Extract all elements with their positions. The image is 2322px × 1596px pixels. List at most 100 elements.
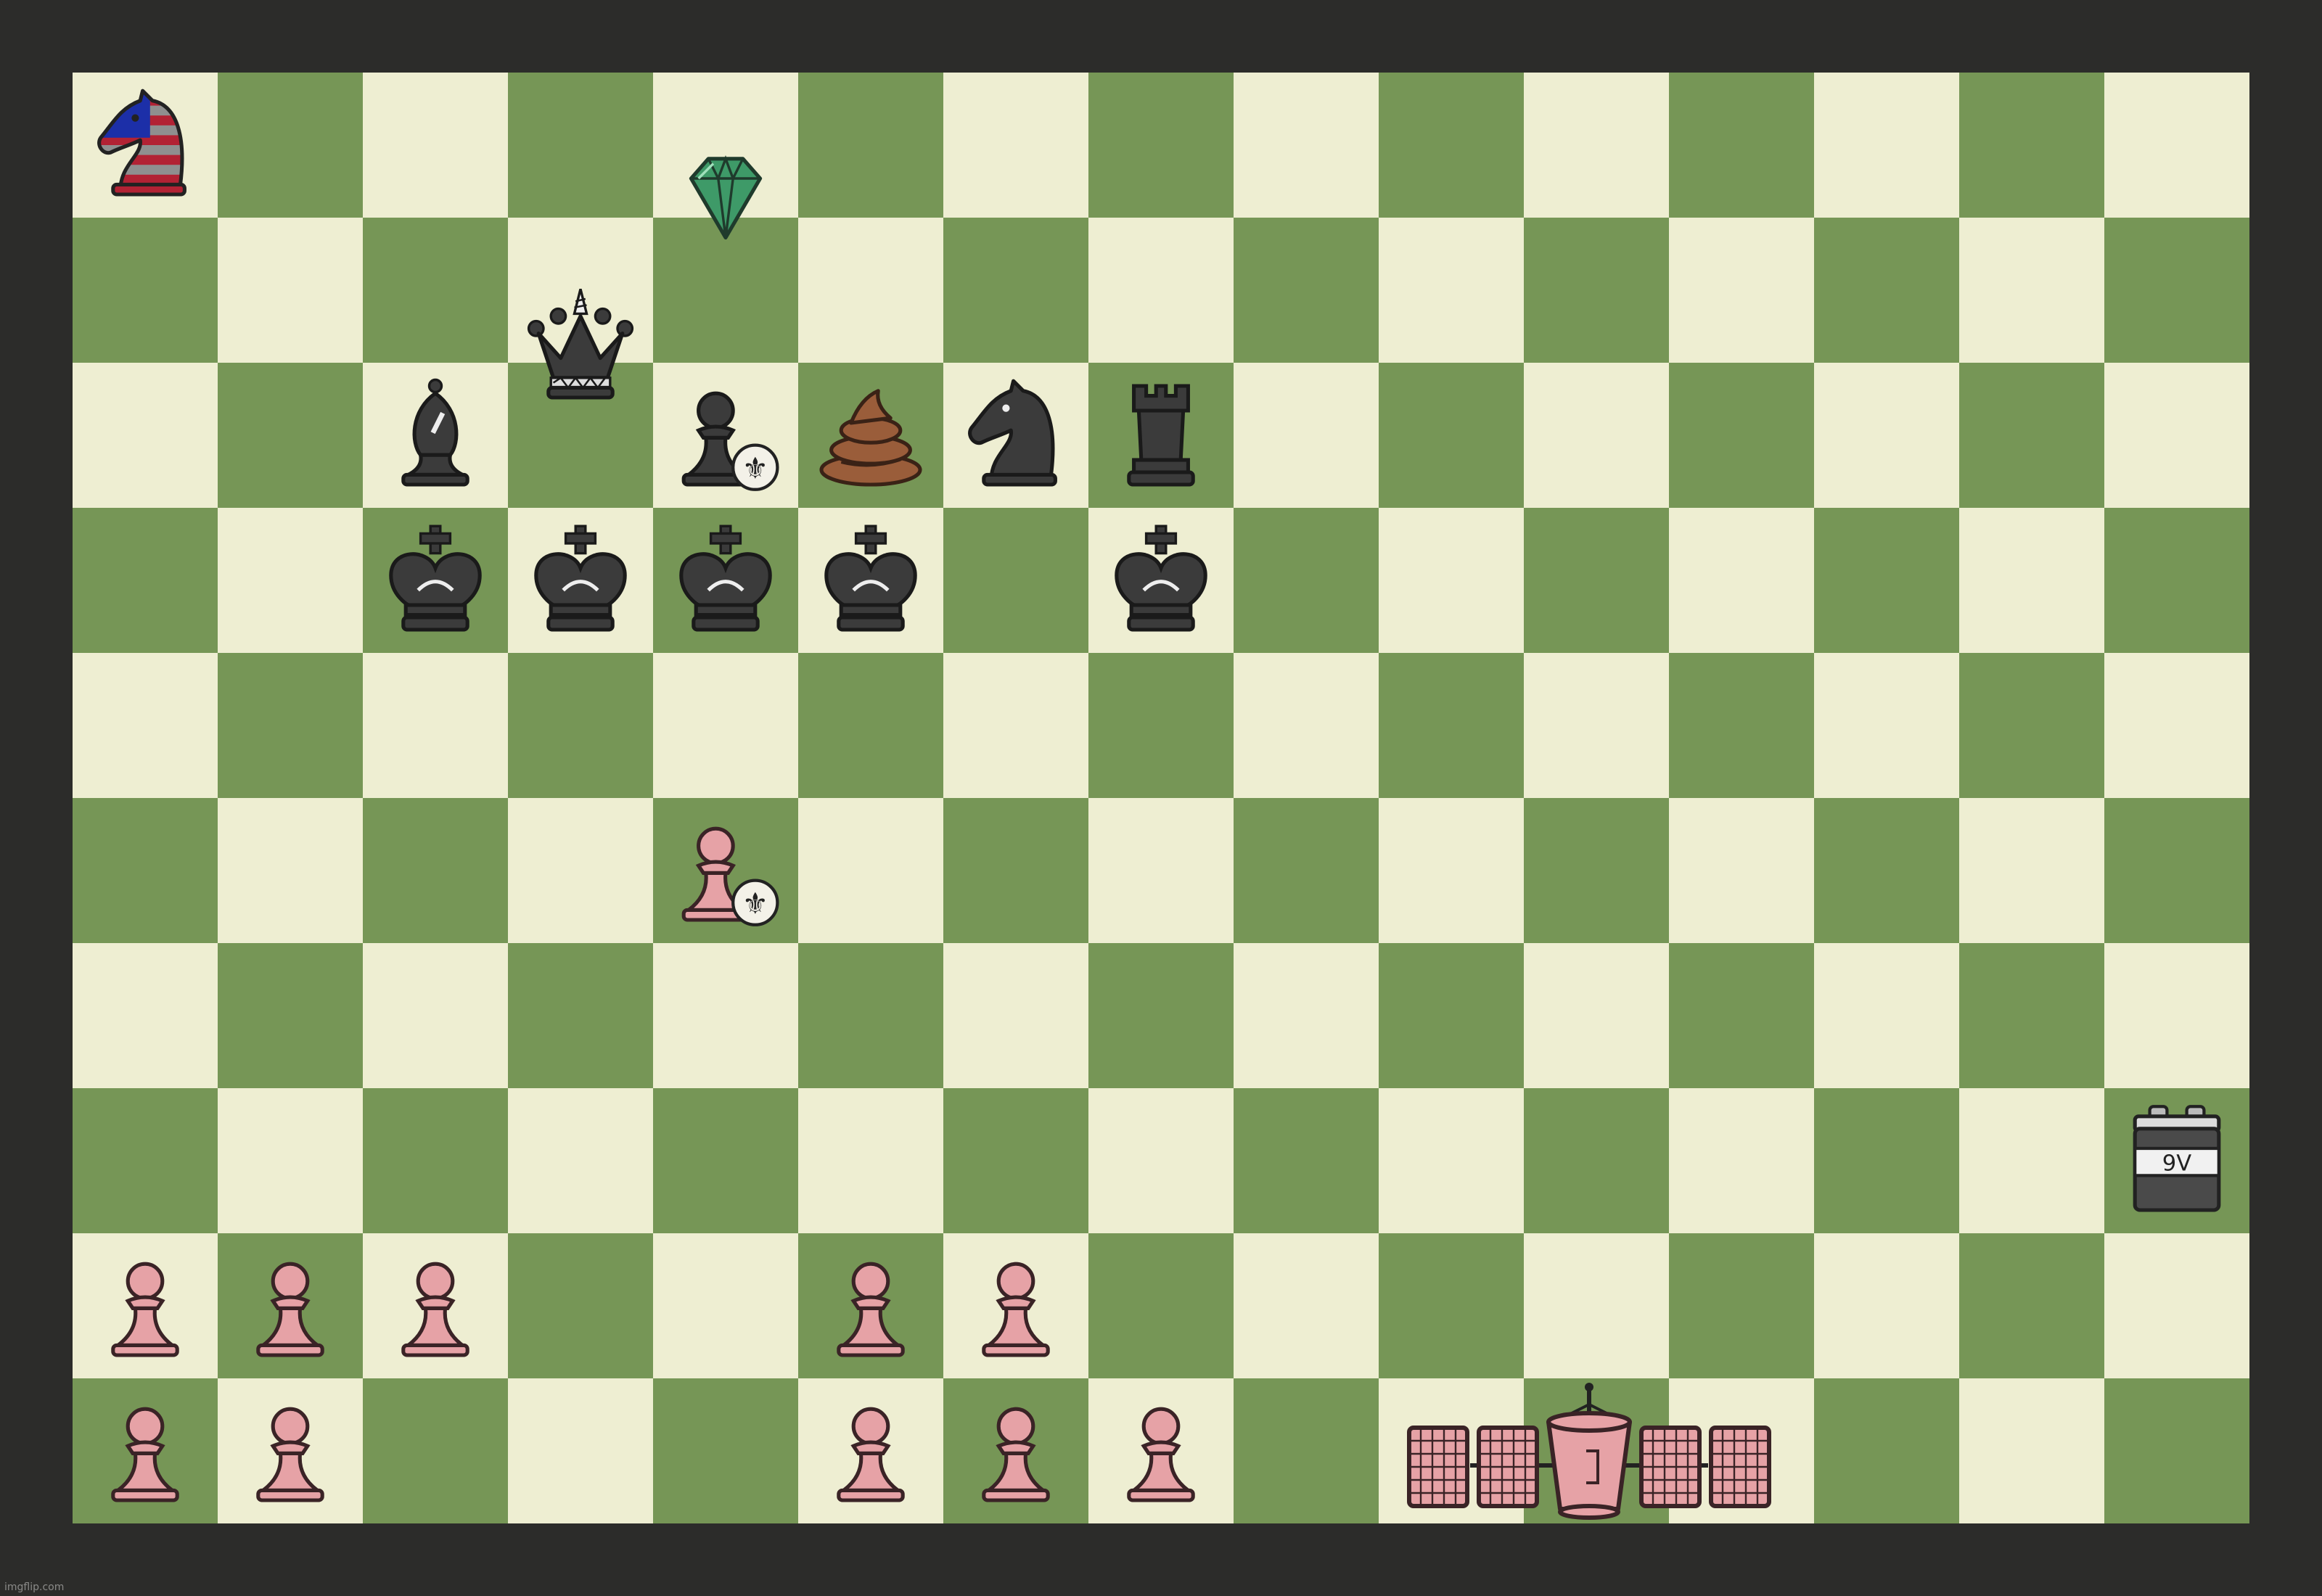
board-square[interactable] bbox=[1959, 943, 2104, 1088]
board-square[interactable] bbox=[1524, 1088, 1669, 1233]
board-square[interactable] bbox=[1669, 508, 1814, 653]
board-square[interactable] bbox=[218, 653, 363, 798]
board-square[interactable] bbox=[508, 798, 653, 943]
board-square[interactable] bbox=[2104, 73, 2249, 218]
black-king-icon[interactable] bbox=[798, 508, 943, 653]
board-square[interactable] bbox=[943, 943, 1088, 1088]
board-square[interactable] bbox=[943, 1088, 1088, 1233]
board-square[interactable] bbox=[1234, 943, 1379, 1088]
black-king-icon[interactable] bbox=[1088, 508, 1234, 653]
board-square[interactable] bbox=[653, 943, 798, 1088]
pink-pawn-fleur-icon[interactable]: ⚜ bbox=[653, 798, 798, 943]
board-square[interactable] bbox=[363, 73, 508, 218]
board-square[interactable] bbox=[1959, 653, 2104, 798]
board-square[interactable] bbox=[798, 653, 943, 798]
board-square[interactable] bbox=[2104, 943, 2249, 1088]
board-square[interactable] bbox=[1669, 363, 1814, 508]
board-square[interactable] bbox=[1234, 1378, 1379, 1523]
pink-pawn-icon[interactable] bbox=[798, 1233, 943, 1378]
board-square[interactable] bbox=[1379, 508, 1524, 653]
board-square[interactable] bbox=[73, 653, 218, 798]
board-square[interactable] bbox=[1379, 218, 1524, 363]
black-king-icon[interactable] bbox=[508, 508, 653, 653]
board-square[interactable] bbox=[1088, 943, 1234, 1088]
board-square[interactable] bbox=[1524, 363, 1669, 508]
board-square[interactable] bbox=[2104, 363, 2249, 508]
black-pawn-fleur-icon[interactable]: ⚜ bbox=[653, 363, 798, 508]
board-square[interactable] bbox=[1814, 508, 1959, 653]
board-square[interactable] bbox=[1959, 73, 2104, 218]
board-square[interactable] bbox=[218, 508, 363, 653]
board-square[interactable] bbox=[1234, 508, 1379, 653]
board-square[interactable] bbox=[218, 73, 363, 218]
board-square[interactable] bbox=[1234, 1233, 1379, 1378]
board-square[interactable] bbox=[798, 73, 943, 218]
board-square[interactable] bbox=[1669, 73, 1814, 218]
board-square[interactable] bbox=[73, 943, 218, 1088]
board-square[interactable] bbox=[1088, 73, 1234, 218]
pink-pawn-icon[interactable] bbox=[1088, 1378, 1234, 1523]
board-square[interactable] bbox=[1524, 798, 1669, 943]
board-square[interactable] bbox=[1814, 73, 1959, 218]
board-square[interactable] bbox=[653, 653, 798, 798]
board-square[interactable] bbox=[943, 653, 1088, 798]
black-rook-icon[interactable] bbox=[1088, 363, 1234, 508]
board-square[interactable] bbox=[363, 218, 508, 363]
board-square[interactable] bbox=[1814, 1233, 1959, 1378]
board-square[interactable] bbox=[1814, 218, 1959, 363]
board-square[interactable] bbox=[1379, 653, 1524, 798]
board-square[interactable] bbox=[1379, 943, 1524, 1088]
board-square[interactable] bbox=[798, 1088, 943, 1233]
board-square[interactable] bbox=[508, 653, 653, 798]
board-square[interactable] bbox=[653, 1378, 798, 1523]
board-square[interactable] bbox=[73, 1088, 218, 1233]
board-square[interactable] bbox=[1234, 798, 1379, 943]
board-square[interactable] bbox=[1959, 1378, 2104, 1523]
board-square[interactable] bbox=[1088, 653, 1234, 798]
board-square[interactable] bbox=[943, 73, 1088, 218]
board-square[interactable] bbox=[218, 218, 363, 363]
board-square[interactable] bbox=[1669, 943, 1814, 1088]
board-square[interactable] bbox=[508, 1088, 653, 1233]
pink-pawn-icon[interactable] bbox=[218, 1378, 363, 1523]
board-square[interactable] bbox=[363, 1378, 508, 1523]
board-square[interactable] bbox=[363, 1088, 508, 1233]
board-square[interactable] bbox=[73, 218, 218, 363]
board-square[interactable] bbox=[798, 943, 943, 1088]
board-square[interactable] bbox=[218, 1088, 363, 1233]
board-square[interactable] bbox=[943, 218, 1088, 363]
board-square[interactable] bbox=[653, 1088, 798, 1233]
board-square[interactable] bbox=[73, 798, 218, 943]
board-square[interactable] bbox=[1234, 218, 1379, 363]
board-square[interactable] bbox=[1669, 218, 1814, 363]
board-square[interactable] bbox=[1088, 798, 1234, 943]
board-square[interactable] bbox=[508, 73, 653, 218]
board-square[interactable] bbox=[508, 1233, 653, 1378]
board-square[interactable] bbox=[1669, 1233, 1814, 1378]
board-square[interactable] bbox=[508, 943, 653, 1088]
board-square[interactable] bbox=[943, 798, 1088, 943]
board-square[interactable] bbox=[1379, 798, 1524, 943]
board-square[interactable] bbox=[798, 798, 943, 943]
board-square[interactable] bbox=[1088, 218, 1234, 363]
board-square[interactable] bbox=[1959, 1088, 2104, 1233]
board-square[interactable] bbox=[218, 363, 363, 508]
board-square[interactable] bbox=[2104, 653, 2249, 798]
pink-satellite-icon[interactable] bbox=[1393, 1378, 1785, 1523]
board-square[interactable] bbox=[2104, 1233, 2249, 1378]
board-square[interactable] bbox=[218, 943, 363, 1088]
board-square[interactable] bbox=[1814, 653, 1959, 798]
board-square[interactable] bbox=[1814, 1378, 1959, 1523]
board-square[interactable] bbox=[73, 363, 218, 508]
black-king-icon[interactable] bbox=[363, 508, 508, 653]
pink-pawn-icon[interactable] bbox=[73, 1378, 218, 1523]
board-square[interactable] bbox=[1379, 363, 1524, 508]
board-square[interactable] bbox=[73, 508, 218, 653]
board-square[interactable] bbox=[363, 943, 508, 1088]
board-square[interactable] bbox=[1959, 1233, 2104, 1378]
board-square[interactable] bbox=[1959, 798, 2104, 943]
board-square[interactable] bbox=[1814, 798, 1959, 943]
board-square[interactable] bbox=[1959, 363, 2104, 508]
board-square[interactable] bbox=[1379, 1088, 1524, 1233]
black-king-icon[interactable] bbox=[653, 508, 798, 653]
